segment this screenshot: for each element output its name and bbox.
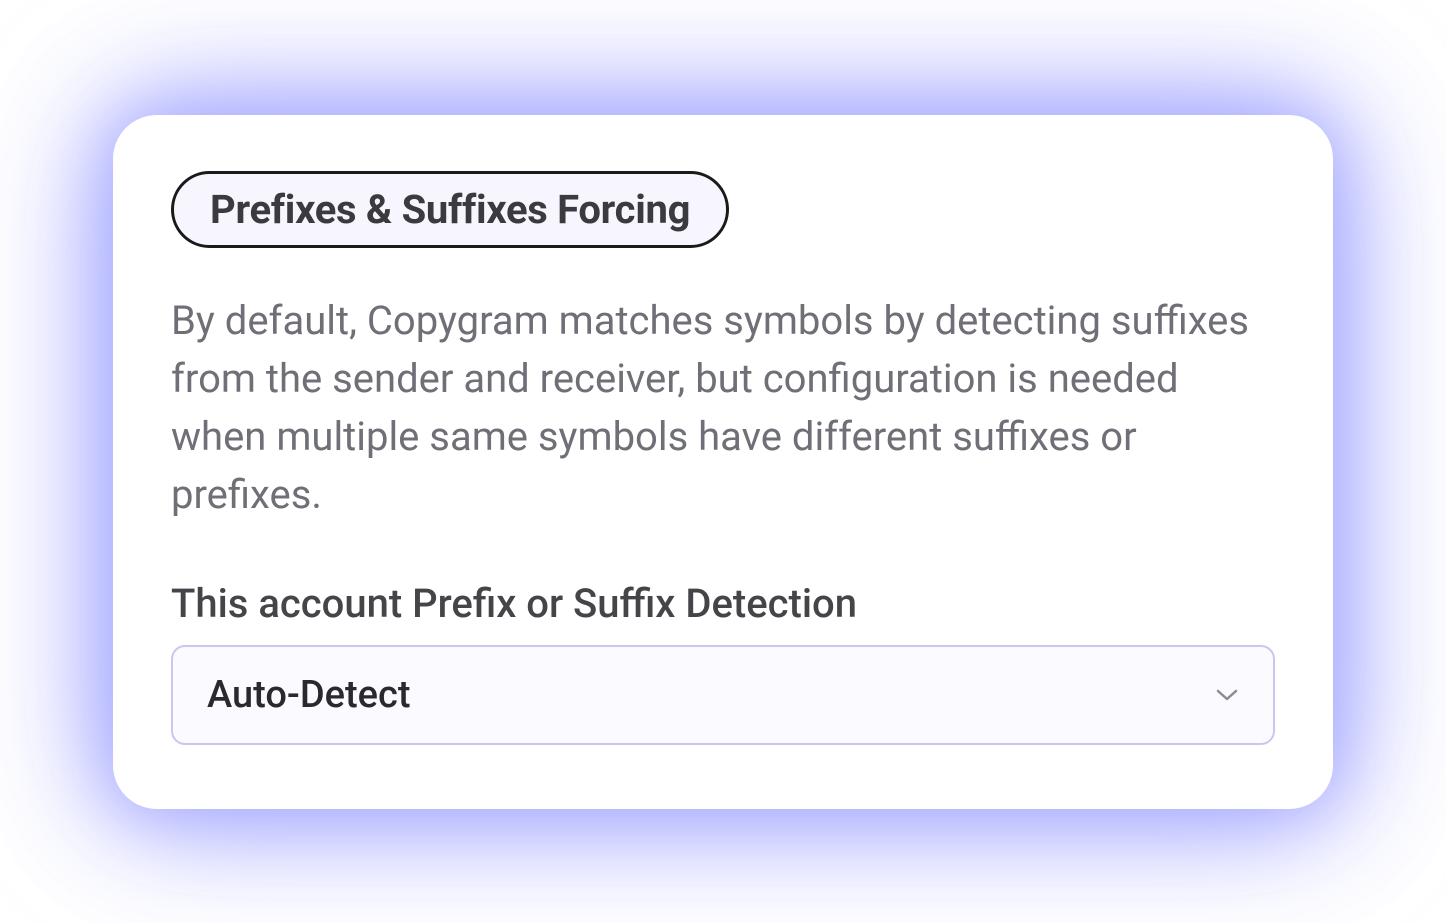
card-glow-wrap: Prefixes & Suffixes Forcing By default, …: [113, 115, 1333, 809]
section-description: By default, Copygram matches symbols by …: [171, 292, 1251, 524]
section-title-pill: Prefixes & Suffixes Forcing: [171, 171, 729, 248]
detection-field-label: This account Prefix or Suffix Detection: [171, 580, 1275, 627]
detection-select-value: Auto-Detect: [207, 673, 410, 717]
detection-select[interactable]: Auto-Detect: [171, 645, 1275, 745]
section-title: Prefixes & Suffixes Forcing: [210, 186, 690, 233]
settings-card: Prefixes & Suffixes Forcing By default, …: [113, 115, 1333, 809]
chevron-down-icon: [1215, 683, 1239, 707]
